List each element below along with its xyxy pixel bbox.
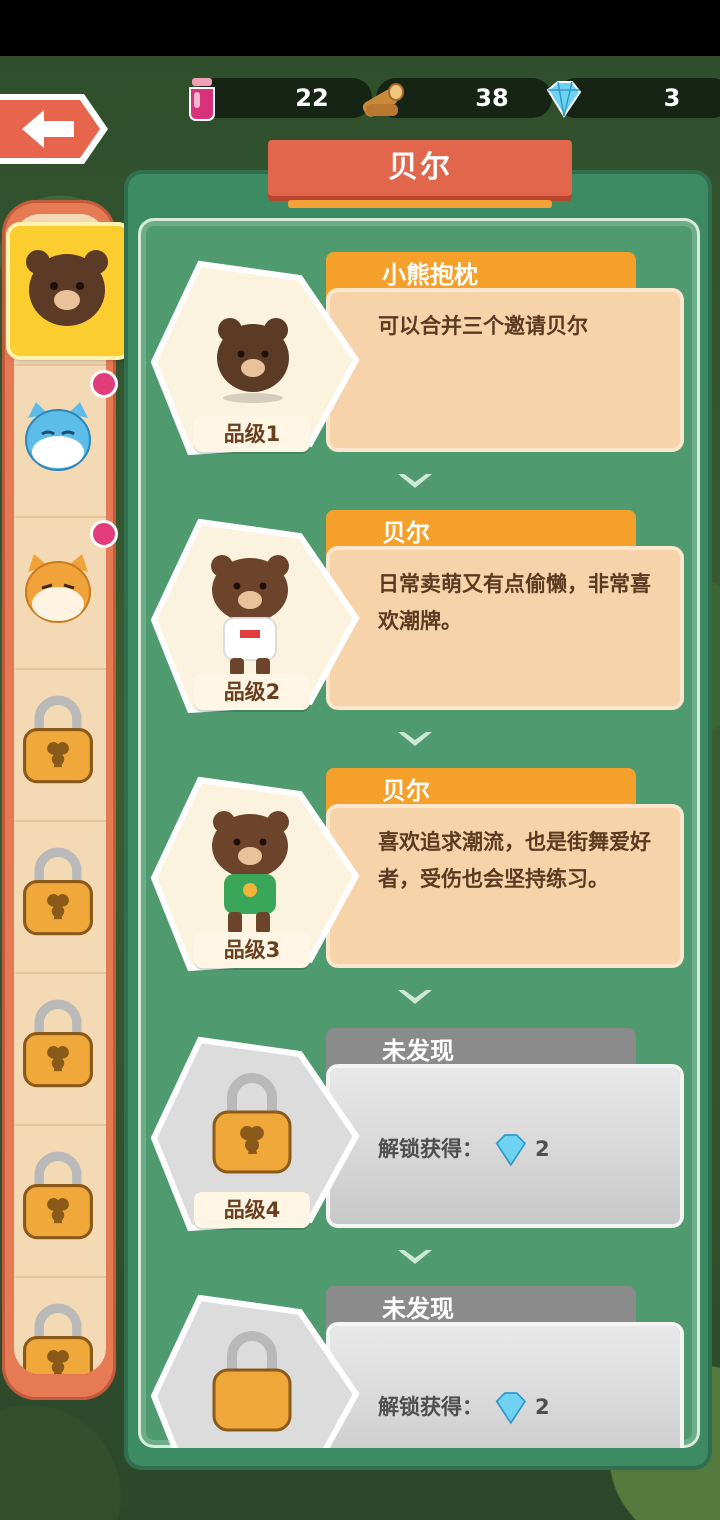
unlock-reward: 解锁获得： 2 [378,1130,550,1170]
chevron-down-icon [398,1250,432,1264]
padlock-icon [23,1151,93,1240]
chevron-down-icon [398,732,432,746]
card-unlock-box: 解锁获得： 2 [330,1068,680,1224]
list-item[interactable] [14,822,106,974]
unlock-label: 解锁获得： [378,1137,483,1161]
card-description: 可以合并三个邀请贝尔 [378,314,588,338]
notification-dot [90,520,118,548]
card-description: 日常卖萌又有点偷懒，非常喜欢潮牌。 [378,572,651,633]
shiba-dog-icon [25,554,91,623]
padlock-icon [23,847,93,936]
padlock-icon [23,1303,93,1374]
list-item[interactable] [14,974,106,1126]
notification-dot [90,370,118,398]
chevron-down-icon [398,474,432,488]
resource-gem: 3 [546,78,720,118]
evolution-card-1: 小熊抱枕 可以合并三个邀请贝尔 品级1 [150,252,690,462]
selected-character-slot[interactable] [10,226,128,356]
status-bar [0,0,720,56]
grade-badge: 品级2 [194,674,310,710]
diamond-icon [495,1134,527,1167]
evolution-card-5: 未发现 解锁获得： 2 [150,1286,690,1448]
evolution-list: 小熊抱枕 可以合并三个邀请贝尔 品级1 贝尔 日常卖萌又有点偷懒，非常喜欢潮牌。 [138,218,700,1448]
evolution-card-3: 贝尔 喜欢追求潮流，也是街舞爱好者，受伤也会坚持练习。 品级3 [150,768,690,978]
unlock-reward: 解锁获得： 2 [378,1388,550,1428]
bear-head-icon [26,250,108,326]
wood-log-icon [362,83,404,117]
resource-wood: 38 [362,78,552,118]
card-description-box: 喜欢追求潮流，也是街舞爱好者，受伤也会坚持练习。 [330,808,680,964]
card-description: 喜欢追求潮流，也是街舞爱好者，受伤也会坚持练习。 [378,830,651,891]
diamond-icon [495,1392,527,1425]
chevron-down-icon [398,990,432,1004]
hexagon-frame [150,1294,360,1448]
list-item[interactable] [14,670,106,822]
back-button[interactable] [0,90,110,168]
diamond-icon [546,81,582,118]
unlock-amount: 2 [535,1395,550,1419]
grade-badge: 品级3 [194,932,310,968]
resource-potion: 22 [189,78,372,121]
evolution-card-2: 贝尔 日常卖萌又有点偷懒，非常喜欢潮牌。 品级2 [150,510,690,720]
card-description-box: 可以合并三个邀请贝尔 [330,292,680,448]
padlock-icon [23,695,93,784]
card-unlock-box: 解锁获得： 2 [330,1326,680,1448]
evolution-card-4: 未发现 解锁获得： 2 品级4 [150,1028,690,1238]
gem-count: 3 [663,84,681,112]
list-item[interactable] [14,1278,106,1374]
padlock-icon [23,999,93,1088]
potion-icon [189,78,215,121]
unlock-label: 解锁获得： [378,1395,483,1419]
blue-cat-icon [25,402,91,471]
wood-count: 38 [475,84,509,112]
grade-badge: 品级1 [194,416,310,452]
list-item[interactable] [14,1126,106,1278]
grade-badge: 品级4 [194,1192,310,1228]
card-description-box: 日常卖萌又有点偷懒，非常喜欢潮牌。 [330,550,680,706]
page-title: 贝尔 [268,140,572,208]
unlock-amount: 2 [535,1137,550,1161]
potion-count: 22 [295,84,329,112]
